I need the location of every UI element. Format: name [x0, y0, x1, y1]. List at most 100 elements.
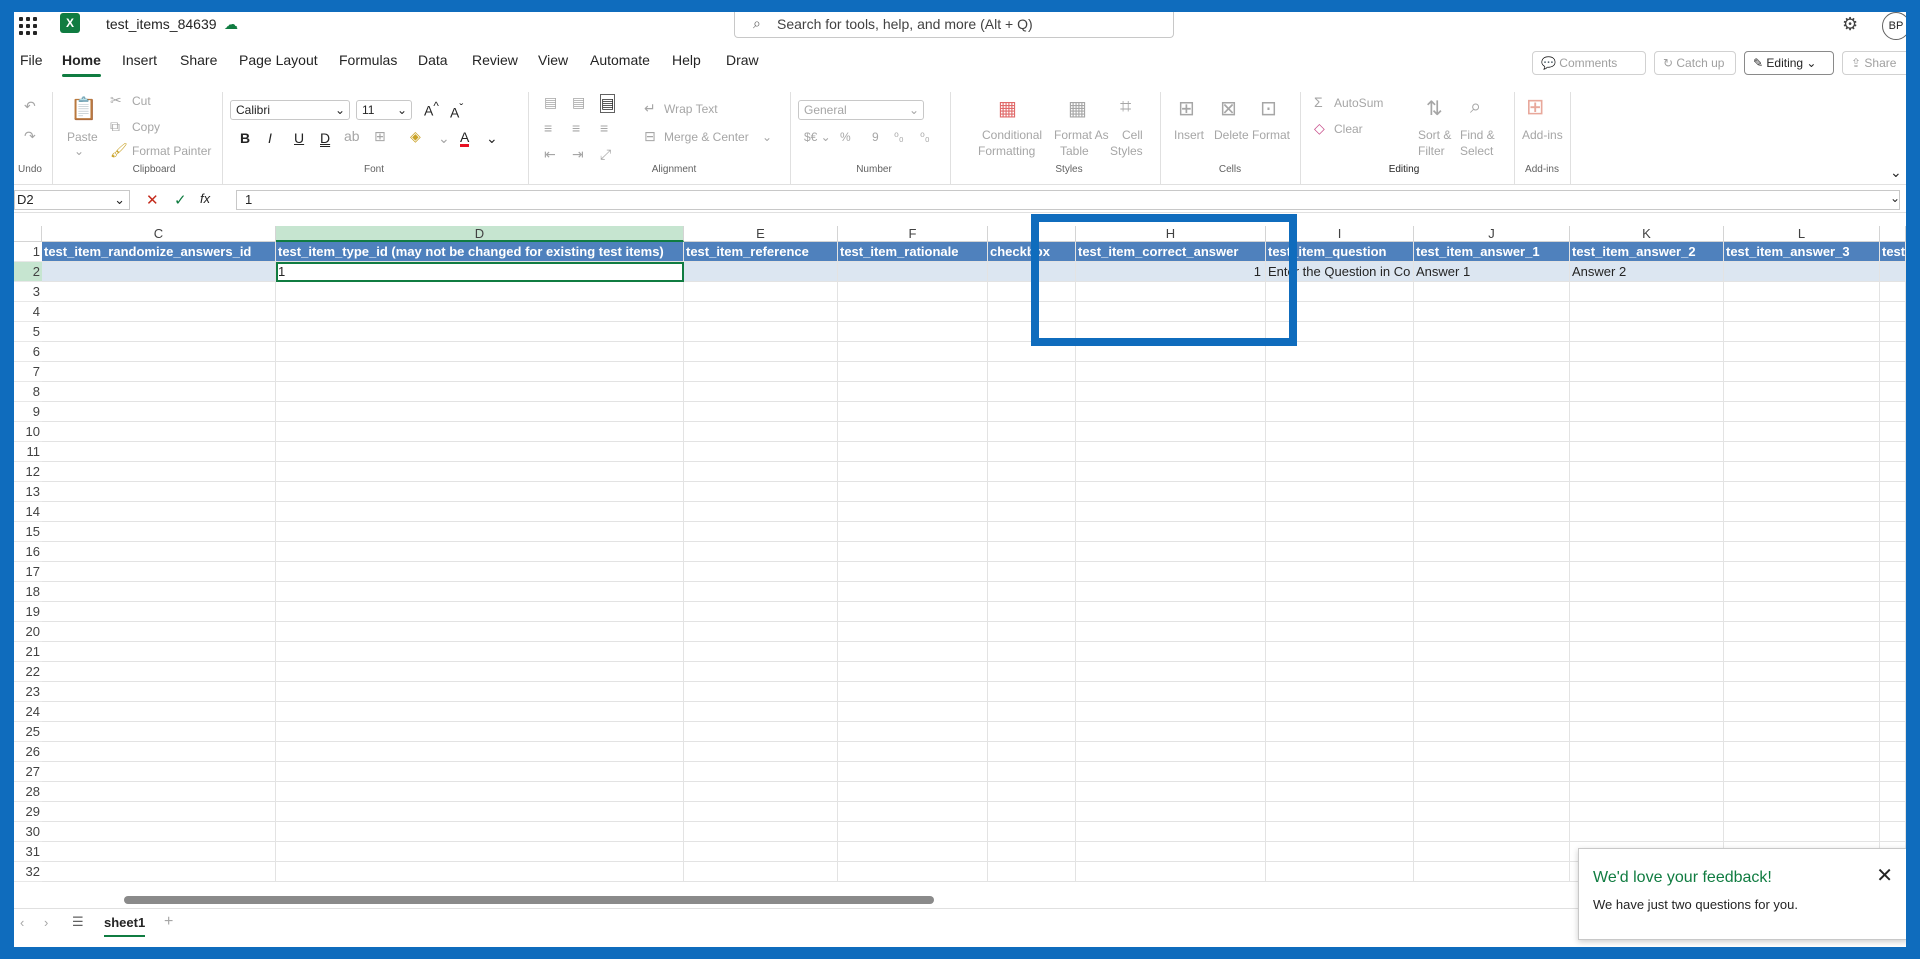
grid-cell[interactable] [1570, 322, 1724, 342]
undo-icon[interactable]: ↶ [24, 98, 36, 115]
grid-cell[interactable] [1880, 602, 1906, 622]
grid-cell[interactable] [1724, 802, 1880, 822]
search-input[interactable]: ⌕ Search for tools, help, and more (Alt … [734, 12, 1174, 38]
grid-cell[interactable] [1880, 582, 1906, 602]
align-bottom-icon[interactable]: ▤ [600, 94, 616, 113]
align-top-icon[interactable]: ▤ [544, 94, 557, 111]
grid-cell[interactable] [276, 862, 684, 882]
grid-cell[interactable] [42, 642, 276, 662]
grid-cell[interactable]: test_item_reference [684, 242, 838, 262]
grid-cell[interactable] [988, 402, 1076, 422]
grid-cell[interactable] [1880, 542, 1906, 562]
grid-cell[interactable] [1414, 382, 1570, 402]
grid-cell[interactable] [276, 782, 684, 802]
grid-cell[interactable] [1724, 382, 1880, 402]
next-sheet-icon[interactable]: › [44, 915, 48, 930]
grid-cell[interactable] [1414, 842, 1570, 862]
grid-cell[interactable] [276, 822, 684, 842]
grid-cell[interactable] [1724, 642, 1880, 662]
grid-cell[interactable] [684, 702, 838, 722]
tab-insert[interactable]: Insert [122, 52, 157, 68]
chevron-down-icon[interactable]: ⌄ [762, 130, 772, 144]
grid-cell[interactable] [838, 762, 988, 782]
grid-cell[interactable] [1266, 502, 1414, 522]
grid-cell[interactable] [988, 562, 1076, 582]
grid-cell[interactable] [42, 622, 276, 642]
row-header[interactable]: 27 [14, 762, 42, 782]
grid-cell[interactable] [1570, 582, 1724, 602]
grid-cell[interactable] [1076, 362, 1266, 382]
grid-cell[interactable] [42, 682, 276, 702]
grid-cell[interactable] [1880, 402, 1906, 422]
grid-cell[interactable] [1266, 442, 1414, 462]
row-header[interactable]: 3 [14, 282, 42, 302]
sheet-tab-sheet1[interactable]: sheet1 [104, 915, 146, 937]
row-header[interactable]: 6 [14, 342, 42, 362]
grid-cell[interactable] [684, 502, 838, 522]
grid-cell[interactable] [838, 842, 988, 862]
grid-cell[interactable] [684, 762, 838, 782]
grid-cell[interactable] [1414, 402, 1570, 422]
grid-cell[interactable] [1724, 562, 1880, 582]
merge-center-button[interactable]: Merge & Center [664, 130, 749, 144]
grid-cell[interactable] [988, 782, 1076, 802]
grid-cell[interactable] [988, 862, 1076, 882]
grid-cell[interactable] [1724, 602, 1880, 622]
grid-cell[interactable] [1724, 742, 1880, 762]
add-ins-button[interactable]: Add-ins [1522, 128, 1563, 142]
grid-cell[interactable] [42, 382, 276, 402]
grid-cell[interactable] [1570, 342, 1724, 362]
row-header[interactable]: 20 [14, 622, 42, 642]
grid-cell[interactable] [42, 842, 276, 862]
grid-cell[interactable] [1414, 622, 1570, 642]
grid-cell[interactable] [1266, 362, 1414, 382]
percent-icon[interactable]: % [840, 130, 851, 144]
close-icon[interactable]: ✕ [1876, 863, 1893, 888]
grid-cell[interactable] [1266, 682, 1414, 702]
grid-cell[interactable] [988, 622, 1076, 642]
grid-cell[interactable] [838, 702, 988, 722]
grid-cell[interactable] [1880, 322, 1906, 342]
grid-cell[interactable] [1724, 322, 1880, 342]
grid-cell[interactable] [1414, 862, 1570, 882]
grid-cell[interactable] [1570, 682, 1724, 702]
grid-cell[interactable] [276, 682, 684, 702]
grid-cell[interactable] [276, 442, 684, 462]
grid-cell[interactable] [1266, 542, 1414, 562]
grid-cell[interactable] [1414, 442, 1570, 462]
grid-cell[interactable]: test_item_answer_1 [1414, 242, 1570, 262]
grid-cell[interactable] [1724, 402, 1880, 422]
grid-cell[interactable] [988, 542, 1076, 562]
grid-cell[interactable] [1076, 742, 1266, 762]
grid-cell[interactable] [838, 482, 988, 502]
grid-cell[interactable] [1266, 462, 1414, 482]
bold-icon[interactable]: B [240, 130, 250, 146]
align-center-icon[interactable]: ≡ [572, 120, 580, 136]
grid-cell[interactable] [684, 402, 838, 422]
grid-cell[interactable] [42, 862, 276, 882]
grid-cell[interactable] [1880, 662, 1906, 682]
grid-cell[interactable] [838, 522, 988, 542]
grid-cell[interactable] [988, 662, 1076, 682]
grid-cell[interactable]: Answer 2 [1570, 262, 1724, 282]
grid-cell[interactable] [1076, 822, 1266, 842]
grid-cell[interactable] [276, 422, 684, 442]
grid-cell[interactable] [838, 622, 988, 642]
grid-cell[interactable] [1266, 742, 1414, 762]
grid-cell[interactable] [1880, 482, 1906, 502]
grid-cell[interactable] [1570, 642, 1724, 662]
grid-cell[interactable]: test_item_rationale [838, 242, 988, 262]
row-header[interactable]: 1 [14, 242, 42, 262]
grid-cell[interactable] [1414, 582, 1570, 602]
grid-cell[interactable] [1076, 542, 1266, 562]
fill-color-icon[interactable]: ◈ [410, 128, 421, 145]
grid-cell[interactable] [1570, 282, 1724, 302]
grid-cell[interactable] [1076, 522, 1266, 542]
grid-cell[interactable] [1880, 802, 1906, 822]
grid-cell[interactable]: test_item_answer_2 [1570, 242, 1724, 262]
grid-cell[interactable] [276, 502, 684, 522]
format-as-table-button-line2[interactable]: Table [1060, 144, 1089, 158]
format-cells-button[interactable]: Format [1252, 128, 1290, 142]
row-header[interactable]: 19 [14, 602, 42, 622]
grid-cell[interactable] [1266, 642, 1414, 662]
